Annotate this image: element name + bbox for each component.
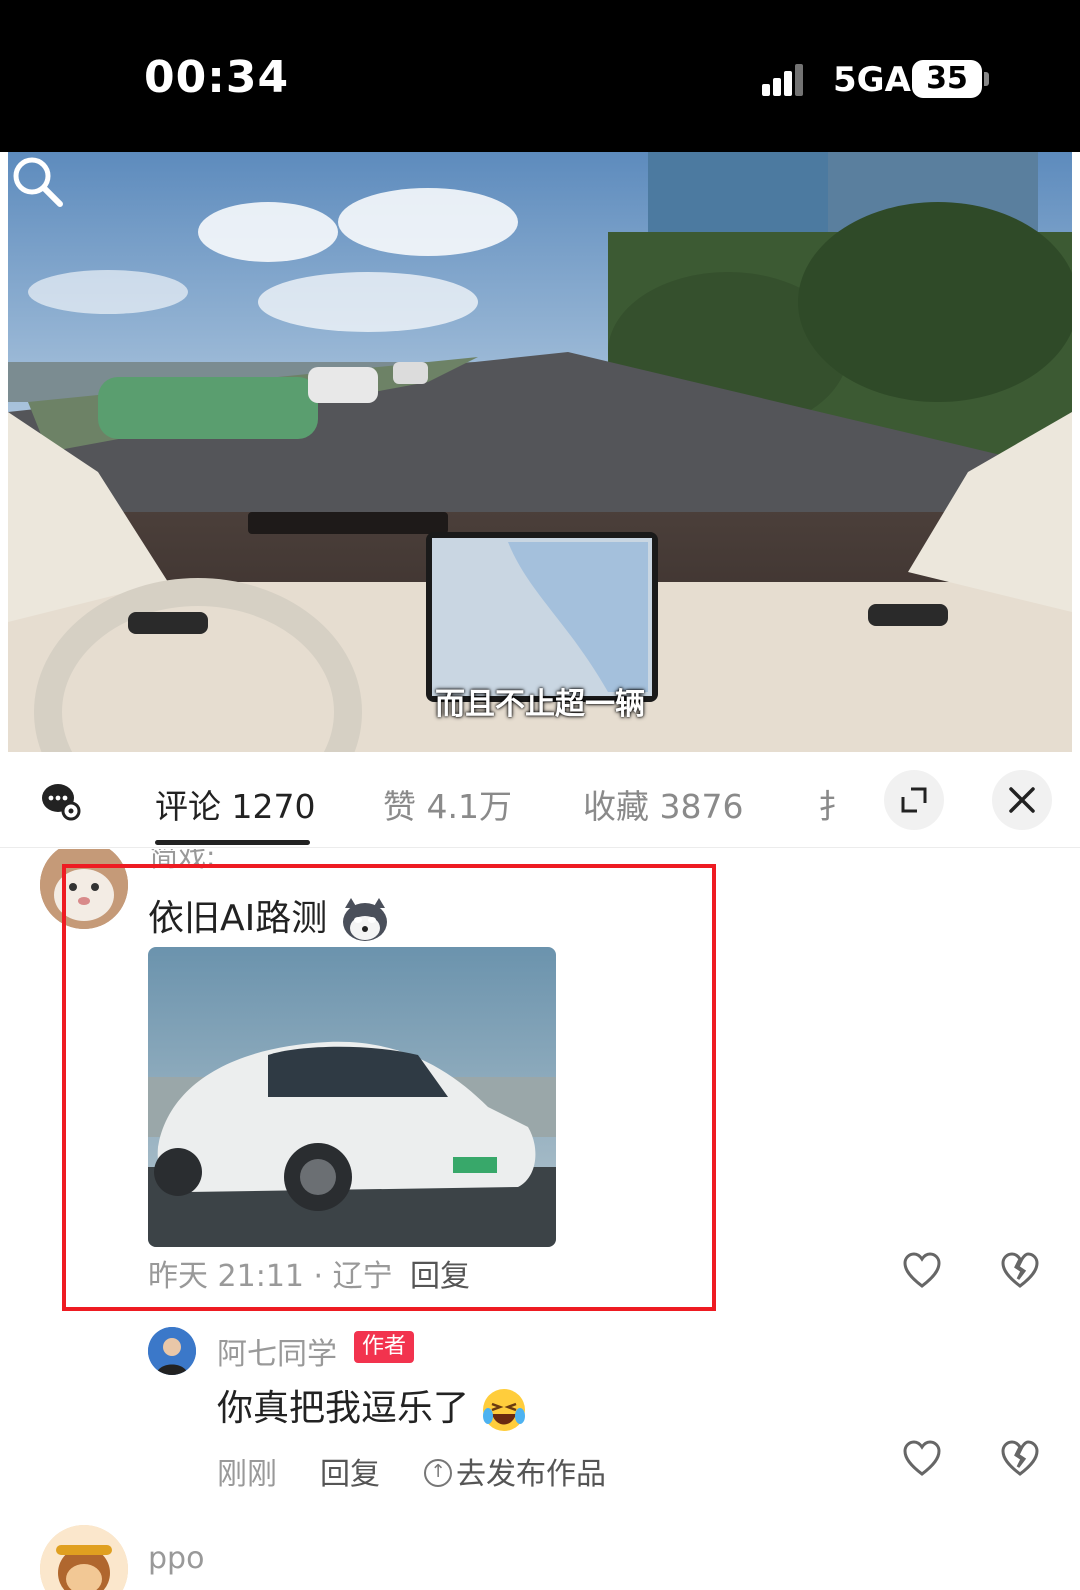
comment-settings-icon[interactable] (40, 780, 82, 822)
reply-reply-button[interactable]: 回复 (320, 1449, 380, 1493)
publish-work-link[interactable]: ↑ 去发布作品 (424, 1449, 606, 1493)
video-player[interactable]: 而且不止超一辆 (8, 152, 1072, 752)
publish-work-label: 去发布作品 (456, 1457, 606, 1492)
avatar[interactable] (40, 1525, 128, 1590)
battery-icon: 35 (912, 60, 982, 98)
like-heart-icon[interactable] (902, 1251, 942, 1291)
expand-button[interactable] (884, 770, 944, 830)
comment-sheet: 评论 1270 赞 4.1万 收藏 3876 扌 简戏: 依旧AI路测 昨天 2… (0, 752, 1080, 1590)
status-bar: 00:34 5GA 35 (0, 0, 1080, 152)
close-icon (1009, 787, 1035, 813)
network-type: 5GA (833, 60, 911, 100)
like-heart-icon[interactable] (902, 1439, 942, 1479)
comment-list: 简戏: 依旧AI路测 昨天 21:11 · 辽宁 回复 阿七同学 作者 你真把我… (0, 849, 1080, 1590)
dislike-broken-heart-icon[interactable] (1000, 1251, 1040, 1291)
author-avatar-icon (148, 1327, 196, 1375)
laughing-crying-emoji-icon (483, 1389, 526, 1431)
reply-text: 你真把我逗乐了 (217, 1379, 528, 1434)
upload-icon: ↑ (424, 1458, 452, 1487)
reply-meta: 刚刚 (217, 1457, 277, 1492)
next-comment-author[interactable]: ppo (148, 1541, 204, 1576)
close-button[interactable] (992, 770, 1052, 830)
search-icon[interactable] (8, 152, 66, 210)
reply-text-content: 你真把我逗乐了 (217, 1388, 470, 1429)
highlight-box (62, 864, 716, 1311)
avatar[interactable] (148, 1327, 196, 1375)
video-subtitle: 而且不止超一辆 (435, 687, 645, 722)
signal-icon (762, 64, 804, 96)
author-badge: 作者 (354, 1331, 415, 1363)
tab-favorites[interactable]: 收藏 3876 (583, 780, 743, 828)
battery-tip (984, 72, 989, 86)
status-time: 00:34 (144, 52, 290, 103)
dislike-broken-heart-icon[interactable] (1000, 1439, 1040, 1479)
tab-active-underline (155, 840, 310, 845)
comment-tabbar: 评论 1270 赞 4.1万 收藏 3876 扌 (0, 752, 1080, 848)
tab-more[interactable]: 扌 (818, 780, 838, 828)
expand-icon (901, 787, 927, 813)
monkey-avatar-icon (40, 1525, 128, 1590)
video-frame (8, 152, 1072, 752)
tab-comments[interactable]: 评论 1270 (155, 780, 315, 828)
tab-likes[interactable]: 赞 4.1万 (383, 780, 512, 828)
reply-author-name[interactable]: 阿七同学 (217, 1329, 337, 1373)
